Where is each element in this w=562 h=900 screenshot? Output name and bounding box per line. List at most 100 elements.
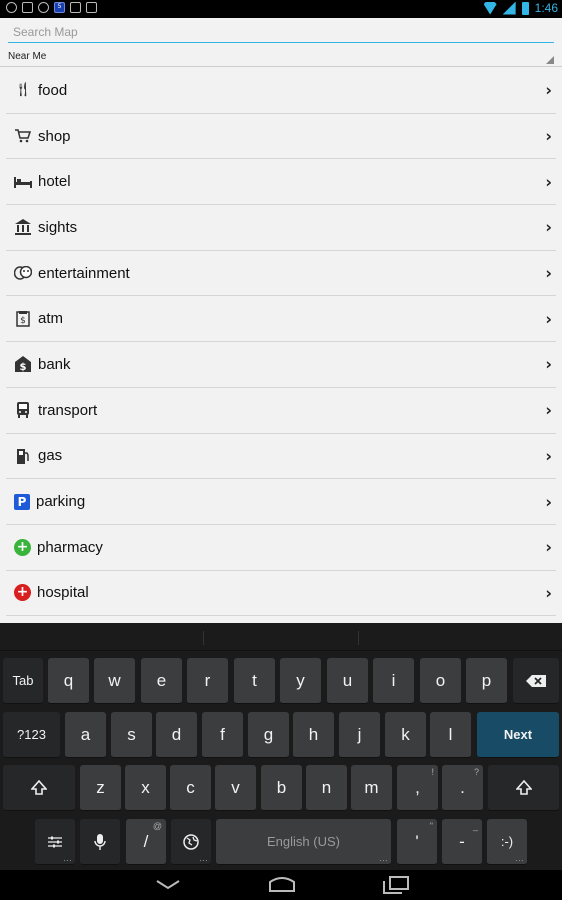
- key-d[interactable]: d: [156, 712, 197, 758]
- category-row-shop[interactable]: shop ›: [6, 114, 556, 160]
- key-b[interactable]: b: [261, 765, 302, 811]
- key-h[interactable]: h: [293, 712, 334, 758]
- key-n[interactable]: n: [306, 765, 347, 811]
- category-label: shop: [38, 127, 71, 145]
- back-icon[interactable]: [156, 880, 180, 890]
- key-r[interactable]: r: [187, 658, 228, 704]
- key-period[interactable]: . ?: [442, 765, 483, 811]
- pharmacy-cross-icon: +: [14, 538, 31, 556]
- category-label: atm: [38, 310, 64, 328]
- battery-icon: [521, 1, 529, 15]
- key-apostrophe[interactable]: ' ": [397, 819, 437, 865]
- key-w[interactable]: w: [94, 658, 135, 704]
- key-sup-label: !: [431, 767, 434, 777]
- parking-icon: P: [14, 493, 30, 510]
- category-row-atm[interactable]: $ atm ›: [6, 296, 556, 343]
- category-label: food: [38, 81, 68, 99]
- chevron-right-icon: ›: [545, 492, 552, 512]
- shopping-cart-icon: [14, 127, 32, 145]
- key-voice-input[interactable]: [80, 819, 120, 865]
- key-sup-label: ": [429, 821, 433, 831]
- dropdown-arrow-icon: [546, 56, 554, 64]
- chevron-right-icon: ›: [545, 583, 552, 603]
- globe-icon: [183, 833, 199, 850]
- recent-apps-icon[interactable]: [383, 876, 409, 894]
- category-row-bank[interactable]: $ bank ›: [6, 342, 556, 388]
- key-j[interactable]: j: [339, 712, 380, 758]
- key-v[interactable]: v: [215, 765, 256, 811]
- key-sup-label: ?: [473, 767, 479, 777]
- category-row-transport[interactable]: transport ›: [6, 388, 556, 434]
- key-symbols[interactable]: ?123: [3, 712, 60, 758]
- location-selector[interactable]: Near Me: [0, 49, 562, 67]
- notification-icons: 5: [6, 2, 97, 13]
- search-input[interactable]: [8, 22, 554, 42]
- key-language[interactable]: …: [171, 819, 211, 865]
- key-slash[interactable]: / @: [126, 819, 166, 865]
- key-c[interactable]: c: [170, 765, 211, 811]
- key-label: -: [459, 831, 465, 851]
- key-i[interactable]: i: [373, 658, 414, 704]
- key-label: :-): [500, 834, 514, 849]
- signal-icon: [502, 1, 516, 15]
- key-tab[interactable]: Tab: [3, 658, 43, 704]
- chevron-right-icon: ›: [545, 446, 552, 466]
- shift-icon: [31, 779, 47, 795]
- key-shift-left[interactable]: [3, 765, 75, 811]
- key-u[interactable]: u: [327, 658, 368, 704]
- key-space[interactable]: English (US) …: [216, 819, 391, 865]
- category-row-pharmacy[interactable]: + pharmacy ›: [6, 525, 556, 571]
- keyboard-icon: [70, 2, 81, 13]
- key-m[interactable]: m: [351, 765, 392, 811]
- search-bar: [8, 21, 554, 43]
- status-bar: 5 1:46: [0, 0, 562, 18]
- key-settings[interactable]: …: [35, 819, 75, 865]
- key-sup-label: @: [152, 821, 162, 831]
- key-e[interactable]: e: [141, 658, 182, 704]
- android-icon: [38, 2, 49, 13]
- key-q[interactable]: q: [48, 658, 89, 704]
- category-row-sights[interactable]: sights ›: [6, 205, 556, 251]
- chevron-right-icon: ›: [545, 172, 552, 192]
- key-a[interactable]: a: [65, 712, 106, 758]
- key-t[interactable]: t: [234, 658, 275, 704]
- key-sup-label: _: [472, 821, 478, 831]
- key-k[interactable]: k: [385, 712, 426, 758]
- key-z[interactable]: z: [80, 765, 121, 811]
- key-s[interactable]: s: [111, 712, 152, 758]
- bank-icon: $: [14, 355, 32, 373]
- key-f[interactable]: f: [202, 712, 243, 758]
- category-row-gas[interactable]: gas ›: [6, 434, 556, 480]
- category-label: hospital: [37, 584, 89, 602]
- fork-knife-icon: 🍴︎: [14, 82, 32, 99]
- key-label: ,: [415, 777, 420, 797]
- gas-pump-icon: [14, 447, 32, 465]
- key-smiley[interactable]: :-) …: [487, 819, 527, 865]
- bed-icon: [14, 173, 32, 191]
- key-shift-right[interactable]: [488, 765, 559, 811]
- microphone-icon: [94, 833, 106, 850]
- key-backspace[interactable]: [513, 658, 559, 704]
- key-x[interactable]: x: [125, 765, 166, 811]
- key-label: .: [460, 777, 465, 797]
- category-row-parking[interactable]: P parking ›: [6, 479, 556, 525]
- category-row-hospital[interactable]: + hospital ›: [6, 571, 556, 617]
- key-comma[interactable]: , !: [397, 765, 438, 811]
- key-g[interactable]: g: [248, 712, 289, 758]
- key-o[interactable]: o: [420, 658, 461, 704]
- key-next[interactable]: Next: [477, 712, 559, 758]
- key-p[interactable]: p: [466, 658, 507, 704]
- key-dash[interactable]: - _: [442, 819, 482, 865]
- home-icon[interactable]: [268, 876, 296, 892]
- key-l[interactable]: l: [430, 712, 471, 758]
- navigation-bar: [0, 870, 562, 900]
- key-label: ': [415, 831, 419, 851]
- atm-icon: $: [14, 310, 32, 328]
- category-row-hotel[interactable]: hotel ›: [6, 159, 556, 206]
- key-y[interactable]: y: [280, 658, 321, 704]
- category-label: pharmacy: [37, 538, 103, 556]
- sliders-icon: [48, 836, 62, 847]
- chevron-right-icon: ›: [545, 126, 552, 146]
- category-row-entertainment[interactable]: entertainment ›: [6, 251, 556, 297]
- category-row-food[interactable]: 🍴︎ food ›: [6, 68, 556, 114]
